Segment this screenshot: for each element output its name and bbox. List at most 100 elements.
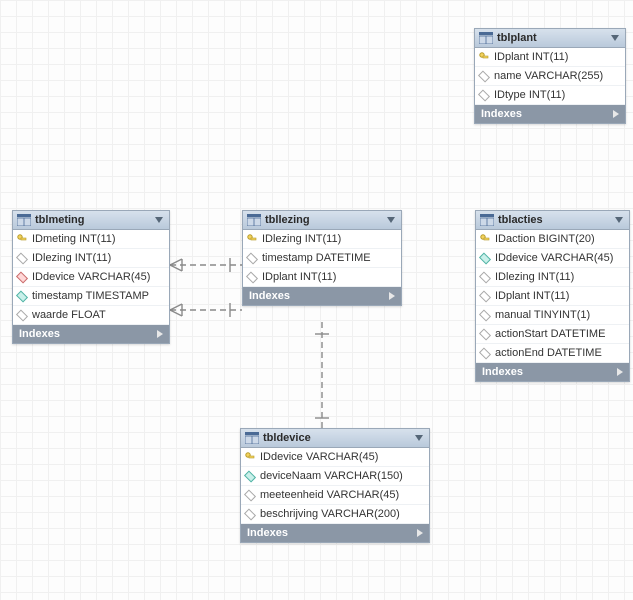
column-text: IDlezing INT(11) — [495, 271, 574, 283]
column-row[interactable]: timestamp TIMESTAMP — [13, 287, 169, 306]
column-text: IDlezing INT(11) — [262, 233, 341, 245]
column-row[interactable]: deviceNaam VARCHAR(150) — [241, 467, 429, 486]
column-text: name VARCHAR(255) — [494, 70, 603, 82]
column-text: meeteenheid VARCHAR(45) — [260, 489, 399, 501]
column-text: actionEnd DATETIME — [495, 347, 602, 359]
diamond-icon — [246, 252, 258, 264]
expand-icon — [613, 110, 619, 118]
column-row[interactable]: IDdevice VARCHAR(45) — [13, 268, 169, 287]
indexes-label: Indexes — [247, 527, 288, 539]
collapse-icon[interactable] — [611, 35, 619, 41]
column-text: IDplant INT(11) — [495, 290, 569, 302]
table-tbllezing[interactable]: tbllezing IDlezing INT(11) timestamp DAT… — [242, 210, 402, 306]
column-row[interactable]: IDplant INT(11) — [475, 48, 625, 67]
column-text: IDtype INT(11) — [494, 89, 565, 101]
column-row[interactable]: IDplant INT(11) — [476, 287, 629, 306]
diamond-icon — [244, 489, 256, 501]
column-row[interactable]: IDlezing INT(11) — [476, 268, 629, 287]
column-row[interactable]: IDlezing INT(11) — [243, 230, 401, 249]
indexes-label: Indexes — [481, 108, 522, 120]
column-text: IDlezing INT(11) — [32, 252, 111, 264]
pk-icon — [479, 52, 489, 62]
collapse-icon[interactable] — [155, 217, 163, 223]
table-icon — [247, 214, 261, 226]
column-row[interactable]: manual TINYINT(1) — [476, 306, 629, 325]
column-text: timestamp TIMESTAMP — [32, 290, 149, 302]
indexes-label: Indexes — [482, 366, 523, 378]
collapse-icon[interactable] — [615, 217, 623, 223]
pk-icon — [480, 234, 490, 244]
column-row[interactable]: IDlezing INT(11) — [13, 249, 169, 268]
table-title: tbldevice — [263, 432, 311, 444]
diamond-icon — [478, 89, 490, 101]
column-text: IDplant INT(11) — [494, 51, 568, 63]
table-tblplant[interactable]: tblplant IDplant INT(11) name VARCHAR(25… — [474, 28, 626, 124]
diamond-icon — [479, 309, 491, 321]
column-row[interactable]: waarde FLOAT — [13, 306, 169, 325]
diamond-icon — [479, 290, 491, 302]
table-header[interactable]: tbldevice — [241, 429, 429, 448]
indexes-section[interactable]: Indexes — [13, 325, 169, 343]
collapse-icon[interactable] — [387, 217, 395, 223]
diamond-icon — [478, 70, 490, 82]
column-row[interactable]: actionEnd DATETIME — [476, 344, 629, 363]
table-tbldevice[interactable]: tbldevice IDdevice VARCHAR(45) deviceNaa… — [240, 428, 430, 543]
table-title: tblacties — [498, 214, 543, 226]
table-icon — [17, 214, 31, 226]
table-header[interactable]: tbllezing — [243, 211, 401, 230]
column-row[interactable]: meeteenheid VARCHAR(45) — [241, 486, 429, 505]
table-icon — [245, 432, 259, 444]
collapse-icon[interactable] — [415, 435, 423, 441]
column-row[interactable]: IDplant INT(11) — [243, 268, 401, 287]
diamond-icon — [244, 470, 256, 482]
column-text: deviceNaam VARCHAR(150) — [260, 470, 403, 482]
table-title: tblmeting — [35, 214, 85, 226]
indexes-label: Indexes — [19, 328, 60, 340]
column-row[interactable]: IDmeting INT(11) — [13, 230, 169, 249]
table-title: tblplant — [497, 32, 537, 44]
column-text: IDdevice VARCHAR(45) — [32, 271, 150, 283]
indexes-section[interactable]: Indexes — [241, 524, 429, 542]
column-row[interactable]: IDaction BIGINT(20) — [476, 230, 629, 249]
column-row[interactable]: actionStart DATETIME — [476, 325, 629, 344]
indexes-label: Indexes — [249, 290, 290, 302]
column-row[interactable]: IDdevice VARCHAR(45) — [476, 249, 629, 268]
indexes-section[interactable]: Indexes — [476, 363, 629, 381]
pk-icon — [247, 234, 257, 244]
diamond-icon — [244, 508, 256, 520]
table-header[interactable]: tblacties — [476, 211, 629, 230]
expand-icon — [157, 330, 163, 338]
column-row[interactable]: beschrijving VARCHAR(200) — [241, 505, 429, 524]
column-row[interactable]: IDdevice VARCHAR(45) — [241, 448, 429, 467]
column-row[interactable]: name VARCHAR(255) — [475, 67, 625, 86]
table-tblmeting[interactable]: tblmeting IDmeting INT(11) IDlezing INT(… — [12, 210, 170, 344]
table-title: tbllezing — [265, 214, 310, 226]
pk-icon — [245, 452, 255, 462]
diamond-icon — [246, 271, 258, 283]
table-icon — [480, 214, 494, 226]
indexes-section[interactable]: Indexes — [243, 287, 401, 305]
column-text: timestamp DATETIME — [262, 252, 371, 264]
diamond-icon — [16, 290, 28, 302]
diamond-icon — [479, 347, 491, 359]
diamond-icon — [16, 252, 28, 264]
column-text: actionStart DATETIME — [495, 328, 605, 340]
column-text: IDaction BIGINT(20) — [495, 233, 595, 245]
expand-icon — [389, 292, 395, 300]
expand-icon — [417, 529, 423, 537]
column-text: waarde FLOAT — [32, 309, 106, 321]
diamond-icon — [16, 271, 28, 283]
diamond-icon — [479, 271, 491, 283]
column-row[interactable]: timestamp DATETIME — [243, 249, 401, 268]
column-text: IDplant INT(11) — [262, 271, 336, 283]
diamond-icon — [16, 309, 28, 321]
expand-icon — [617, 368, 623, 376]
column-text: IDdevice VARCHAR(45) — [495, 252, 613, 264]
diamond-icon — [479, 252, 491, 264]
table-header[interactable]: tblmeting — [13, 211, 169, 230]
column-text: IDdevice VARCHAR(45) — [260, 451, 378, 463]
indexes-section[interactable]: Indexes — [475, 105, 625, 123]
table-header[interactable]: tblplant — [475, 29, 625, 48]
table-tblacties[interactable]: tblacties IDaction BIGINT(20) IDdevice V… — [475, 210, 630, 382]
column-row[interactable]: IDtype INT(11) — [475, 86, 625, 105]
